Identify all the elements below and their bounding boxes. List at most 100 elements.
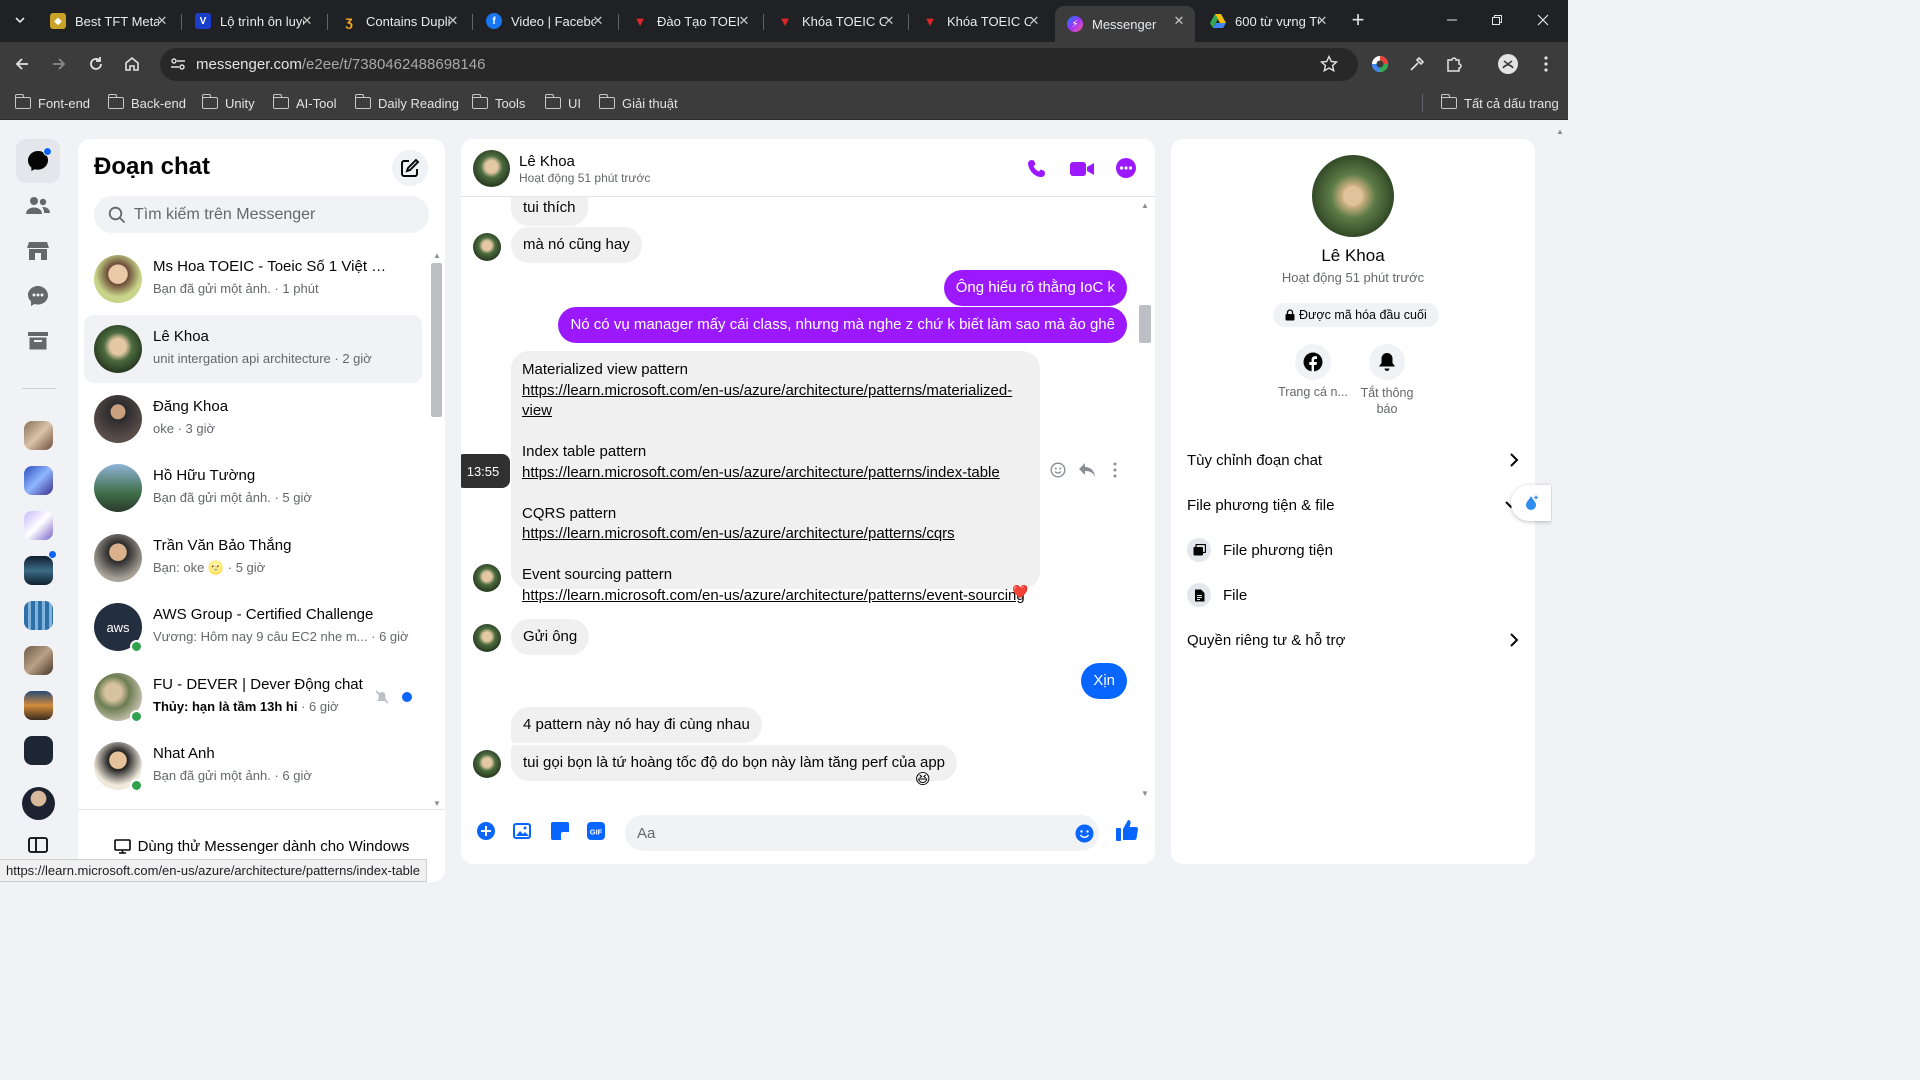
chat-list-scrollbar[interactable]: ▲ ▼ xyxy=(430,251,442,811)
tab-6[interactable]: ▼ Khóa TOEIC Online ✕ xyxy=(910,6,1050,36)
toggle-sidebar-button[interactable] xyxy=(28,837,48,858)
browser-menu-button[interactable] xyxy=(1532,50,1560,78)
community-thumb-6[interactable] xyxy=(24,646,53,675)
tab-7-active[interactable]: ⚡ Messenger ✕ xyxy=(1055,6,1195,42)
conversation-scroll-thumb[interactable] xyxy=(1139,305,1151,343)
react-button[interactable] xyxy=(1050,462,1066,483)
community-thumb-1[interactable] xyxy=(24,421,53,450)
more-actions-button[interactable] xyxy=(476,821,500,845)
close-tab-icon[interactable]: ✕ xyxy=(445,13,461,29)
close-tab-icon[interactable]: ✕ xyxy=(881,13,897,29)
profile-button[interactable] xyxy=(1494,50,1522,78)
message-input[interactable]: Aa xyxy=(625,815,1099,851)
emoji-button[interactable] xyxy=(1075,824,1094,847)
bookmark-folder-daily-reading[interactable]: Daily Reading xyxy=(354,94,459,112)
message-bubble-outgoing[interactable]: Nó có vụ manager mấy cái class, nhưng mà… xyxy=(558,307,1127,343)
files-row[interactable]: File xyxy=(1187,573,1519,617)
tab-2[interactable]: ʒ Contains Duplicate ✕ xyxy=(329,6,469,36)
extensions-button[interactable] xyxy=(1440,50,1468,78)
site-info-icon[interactable] xyxy=(170,57,186,76)
heart-reaction[interactable]: ❤️ xyxy=(1012,584,1028,600)
privacy-support-row[interactable]: Quyền riêng tư & hỗ trợ xyxy=(1187,618,1519,662)
message-bubble-incoming[interactable]: mà nó cũng hay xyxy=(511,227,642,263)
customize-chat-row[interactable]: Tùy chỉnh đoạn chat xyxy=(1187,438,1519,482)
close-tab-icon[interactable]: ✕ xyxy=(1171,13,1187,29)
nav-marketplace-button[interactable] xyxy=(16,229,60,273)
nav-requests-button[interactable] xyxy=(16,274,60,318)
chat-item-selected[interactable]: Lê Khoa unit intergation api architectur… xyxy=(84,315,422,383)
bookmark-folder-unity[interactable]: Unity xyxy=(201,94,255,112)
message-bubble-links[interactable]: Materialized view pattern https://learn.… xyxy=(511,351,1040,604)
close-tab-icon[interactable]: ✕ xyxy=(1314,13,1330,29)
community-thumb-3[interactable] xyxy=(24,511,53,540)
close-tab-icon[interactable]: ✕ xyxy=(299,13,315,29)
eyedropper-extension-button[interactable] xyxy=(1403,50,1431,78)
bookmark-folder-giai-thuat[interactable]: Giải thuật xyxy=(598,94,678,112)
scroll-up-arrow[interactable]: ▲ xyxy=(1556,127,1564,136)
laugh-reaction[interactable]: 😆 xyxy=(915,770,931,788)
tab-4[interactable]: ▼ Đào Tạo TOEIC ✕ xyxy=(620,6,760,36)
community-thumb-2[interactable] xyxy=(24,466,53,495)
community-thumb-4[interactable] xyxy=(24,556,53,585)
scroll-thumb[interactable] xyxy=(431,263,442,417)
floating-extension-button[interactable] xyxy=(1511,485,1551,521)
message-bubble-incoming[interactable]: 4 pattern này nó hay đi cùng nhau xyxy=(511,707,762,743)
close-tab-icon[interactable]: ✕ xyxy=(590,13,606,29)
mute-notifications-button[interactable] xyxy=(1369,344,1405,380)
tab-0[interactable]: ◆ Best TFT Meta ✕ xyxy=(38,6,178,36)
message-bubble-incoming[interactable]: tui gọi bọn là tứ hoàng tốc độ do bọn nà… xyxy=(511,745,958,781)
message-bubble-outgoing[interactable]: Ông hiểu rõ thằng IoC k xyxy=(943,270,1127,306)
bookmark-folder-ai-tool[interactable]: AI-Tool xyxy=(272,94,336,112)
tab-1[interactable]: V Lộ trình ôn luyện ✕ xyxy=(183,6,323,36)
community-thumb-8[interactable] xyxy=(24,736,53,765)
materialized-view-link[interactable]: https://learn.microsoft.com/en-us/azure/… xyxy=(522,381,1029,422)
chat-item[interactable]: FU - DEVER | Dever Động chat Thủy: hạn l… xyxy=(84,663,422,731)
color-extension-button[interactable] xyxy=(1366,50,1394,78)
event-sourcing-link[interactable]: https://learn.microsoft.com/en-us/azure/… xyxy=(522,586,1029,607)
my-profile-avatar[interactable] xyxy=(22,787,55,820)
chat-item[interactable]: Đăng Khoa oke · 3 giờ xyxy=(84,385,422,453)
tab-8[interactable]: 600 từ vựng TOEIC ✕ xyxy=(1198,6,1338,36)
forward-button[interactable] xyxy=(45,50,73,78)
close-tab-icon[interactable]: ✕ xyxy=(736,13,752,29)
media-and-files-row[interactable]: File phương tiện & file xyxy=(1187,483,1519,527)
chat-item[interactable]: Hồ Hữu Tường Bạn đã gửi một ảnh. · 5 giờ xyxy=(84,454,422,522)
scroll-down-arrow[interactable]: ▼ xyxy=(433,799,441,808)
nav-chats-button[interactable] xyxy=(16,139,60,183)
conversation-info-button[interactable] xyxy=(1116,158,1136,183)
video-call-button[interactable] xyxy=(1070,160,1094,183)
view-profile-button[interactable] xyxy=(1295,344,1331,380)
close-tab-icon[interactable]: ✕ xyxy=(1026,13,1042,29)
chat-item[interactable]: Trần Văn Bảo Thắng Bạn: oke 🌝 · 5 giờ xyxy=(84,524,422,592)
new-tab-button[interactable]: + xyxy=(1344,6,1372,34)
bookmark-folder-ui[interactable]: UI xyxy=(544,94,581,112)
cqrs-link[interactable]: https://learn.microsoft.com/en-us/azure/… xyxy=(522,524,1029,545)
attach-photo-button[interactable] xyxy=(513,821,537,845)
encryption-badge[interactable]: Được mã hóa đầu cuối xyxy=(1273,303,1439,327)
scroll-down-arrow[interactable]: ▼ xyxy=(1141,789,1149,798)
restore-button[interactable] xyxy=(1483,6,1511,34)
reload-button[interactable] xyxy=(82,50,110,78)
address-bar[interactable]: messenger.com/e2ee/t/7380462488698146 xyxy=(160,48,1358,81)
tab-3[interactable]: f Video | Facebook ✕ xyxy=(474,6,614,36)
index-table-link[interactable]: https://learn.microsoft.com/en-us/azure/… xyxy=(522,463,1029,484)
bookmark-folder-font-end[interactable]: Font-end xyxy=(14,94,90,112)
message-bubble-outgoing[interactable]: Xịn xyxy=(1081,663,1127,699)
home-button[interactable] xyxy=(118,50,146,78)
scroll-up-arrow[interactable]: ▲ xyxy=(1141,201,1149,210)
back-button[interactable] xyxy=(8,50,36,78)
gif-button[interactable]: GIF xyxy=(586,821,610,845)
close-window-button[interactable] xyxy=(1529,6,1557,34)
sticker-button[interactable] xyxy=(550,821,574,845)
bookmark-star-icon[interactable] xyxy=(1319,54,1339,78)
community-thumb-5[interactable] xyxy=(24,601,53,630)
chat-item[interactable]: Nhat Anh Bạn đã gửi một ảnh. · 6 giờ xyxy=(84,732,422,800)
reply-button[interactable] xyxy=(1078,462,1096,483)
nav-archive-button[interactable] xyxy=(16,319,60,363)
media-row[interactable]: File phương tiện xyxy=(1187,528,1519,572)
bookmark-folder-tools[interactable]: Tools xyxy=(471,94,525,112)
minimize-button[interactable] xyxy=(1438,6,1466,34)
chat-item[interactable]: Ms Hoa TOEIC - Toeic Số 1 Việt N... Bạn … xyxy=(84,245,422,313)
message-more-button[interactable] xyxy=(1113,462,1117,483)
message-bubble-incoming[interactable]: Gửi ông xyxy=(511,619,590,655)
